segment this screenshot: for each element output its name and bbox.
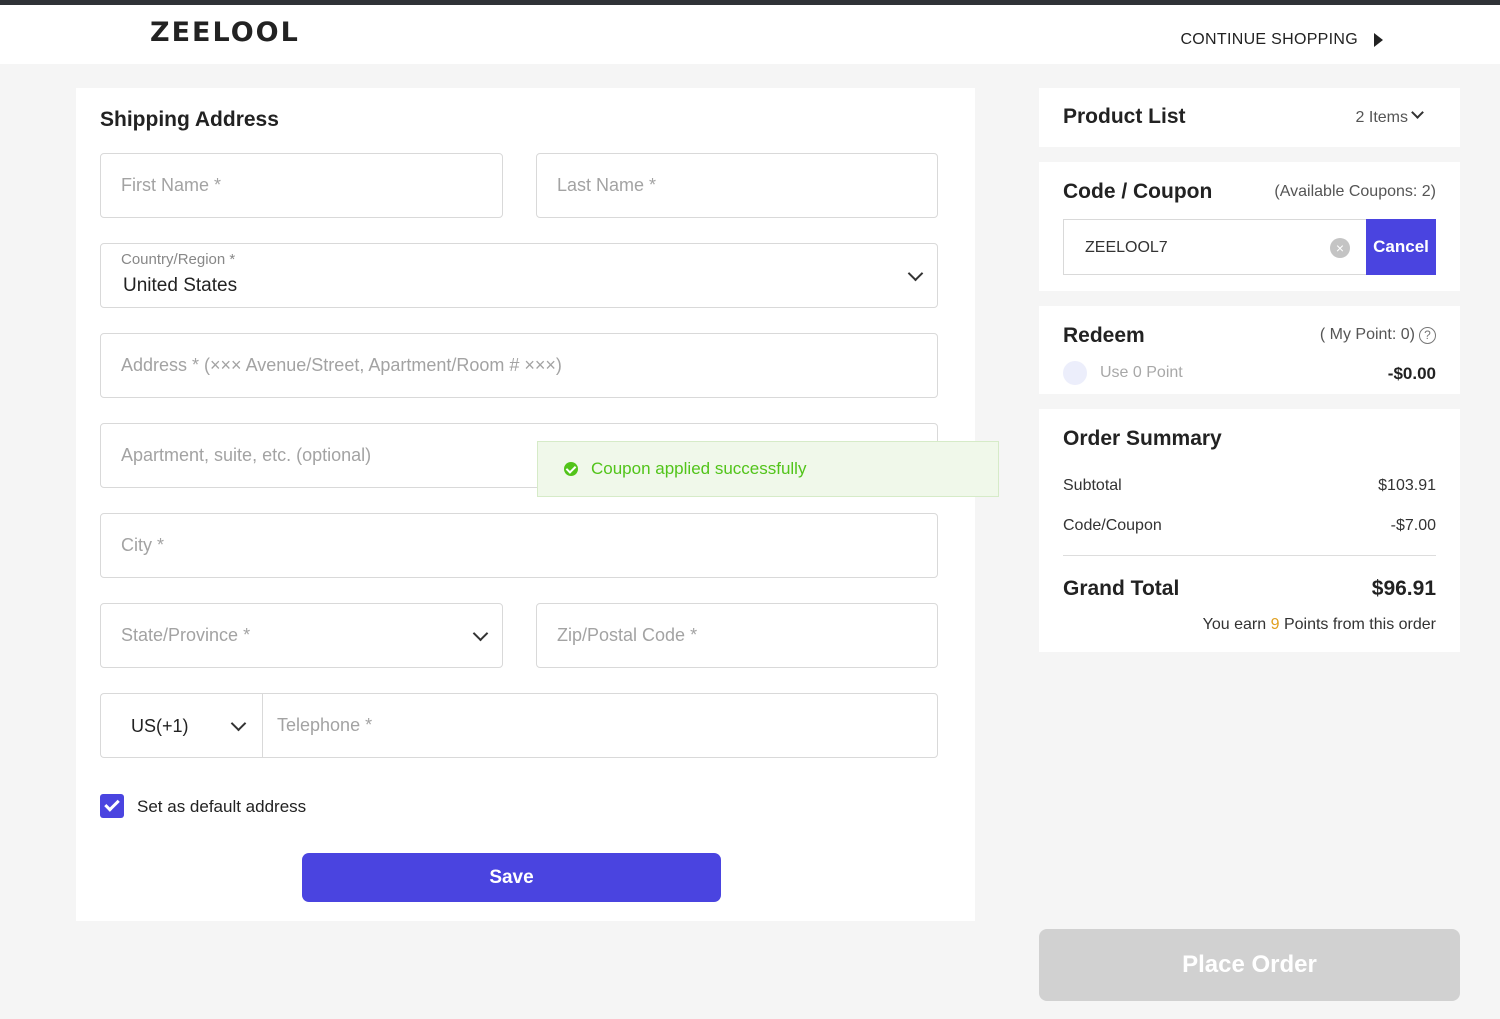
- first-name-placeholder: First Name *: [121, 175, 222, 195]
- coupon-card: Code / Coupon (Available Coupons: 2) ZEE…: [1039, 162, 1460, 291]
- telephone-field[interactable]: Telephone *: [262, 693, 938, 758]
- play-arrow-icon: [1374, 33, 1383, 47]
- country-value: United States: [123, 275, 238, 296]
- shipping-address-card: Shipping Address First Name * Last Name …: [76, 88, 975, 921]
- grand-total-value: $96.91: [1371, 577, 1436, 600]
- zip-field[interactable]: Zip/Postal Code *: [536, 603, 938, 668]
- address-field[interactable]: Address * (××× Avenue/Street, Apartment/…: [100, 333, 938, 398]
- continue-shopping-label: CONTINUE SHOPPING: [1180, 31, 1358, 48]
- apartment-placeholder: Apartment, suite, etc. (optional): [121, 445, 372, 465]
- first-name-field[interactable]: First Name *: [100, 153, 503, 218]
- question-icon[interactable]: ?: [1419, 326, 1436, 344]
- earn-prefix: You earn: [1202, 616, 1267, 633]
- my-point: ( My Point: 0) ?: [1320, 326, 1436, 344]
- coupon-discount-value: -$7.00: [1390, 517, 1436, 534]
- zeelool-logo[interactable]: ZEELOOL: [150, 17, 300, 48]
- redeem-amount: -$0.00: [1387, 364, 1436, 383]
- city-placeholder: City *: [121, 535, 165, 555]
- country-label: Country/Region *: [121, 251, 236, 268]
- use-point-label: Use 0 Point: [1100, 364, 1183, 381]
- coupon-code-value: ZEELOOL7: [1085, 239, 1168, 256]
- default-address-label: Set as default address: [137, 797, 307, 816]
- telephone-placeholder: Telephone *: [277, 715, 373, 735]
- chevron-down-icon: [907, 265, 924, 282]
- earn-points-number: 9: [1270, 616, 1280, 633]
- default-address-checkbox[interactable]: [100, 794, 124, 818]
- last-name-placeholder: Last Name *: [557, 175, 657, 195]
- phone-code-select[interactable]: US(+1): [100, 693, 262, 758]
- my-point-text: ( My Point: 0): [1319, 326, 1415, 343]
- zip-placeholder: Zip/Postal Code *: [557, 625, 698, 645]
- chevron-down-icon: [472, 625, 489, 642]
- place-order-button[interactable]: Place Order: [1039, 929, 1460, 1001]
- coupon-success-toast: Coupon applied successfully: [537, 441, 999, 497]
- product-list-card[interactable]: Product List 2 Items: [1039, 88, 1460, 147]
- address-placeholder: Address * (××× Avenue/Street, Apartment/…: [121, 355, 562, 375]
- clear-icon[interactable]: ×: [1330, 238, 1350, 258]
- items-count: 2 Items: [1355, 109, 1408, 126]
- redeem-title: Redeem: [1063, 324, 1145, 347]
- chevron-down-icon: [230, 715, 247, 732]
- coupon-discount-label: Code/Coupon: [1063, 517, 1162, 534]
- use-point-radio[interactable]: [1063, 361, 1087, 385]
- coupon-input[interactable]: ZEELOOL7 ×: [1063, 219, 1366, 275]
- divider: [1063, 555, 1436, 556]
- phone-code-value: US(+1): [131, 716, 189, 736]
- order-summary-title: Order Summary: [1063, 427, 1222, 450]
- earn-points-text: You earn 9 Points from this order: [1203, 616, 1436, 634]
- available-coupons[interactable]: (Available Coupons: 2): [1274, 183, 1436, 201]
- state-placeholder: State/Province *: [121, 625, 251, 645]
- chevron-down-icon[interactable]: [1411, 106, 1424, 119]
- state-select[interactable]: State/Province *: [100, 603, 503, 668]
- grand-total-label: Grand Total: [1063, 577, 1180, 600]
- continue-shopping-link[interactable]: CONTINUE SHOPPING: [1180, 31, 1383, 49]
- cancel-coupon-button[interactable]: Cancel: [1366, 219, 1436, 275]
- top-bar: ZEELOOL CONTINUE SHOPPING: [0, 0, 1500, 64]
- redeem-card: Redeem ( My Point: 0) ? Use 0 Point -$0.…: [1039, 306, 1460, 394]
- product-list-title: Product List: [1063, 105, 1186, 128]
- check-icon: [104, 796, 120, 812]
- coupon-title: Code / Coupon: [1063, 180, 1213, 203]
- shipping-address-title: Shipping Address: [100, 108, 279, 131]
- toast-message: Coupon applied successfully: [591, 459, 807, 478]
- success-check-icon: [564, 462, 578, 476]
- save-button[interactable]: Save: [302, 853, 721, 902]
- subtotal-label: Subtotal: [1063, 477, 1122, 494]
- order-summary-card: Order Summary Subtotal $103.91 Code/Coup…: [1039, 409, 1460, 652]
- last-name-field[interactable]: Last Name *: [536, 153, 938, 218]
- earn-suffix: Points from this order: [1283, 616, 1436, 633]
- country-select[interactable]: Country/Region * United States: [100, 243, 938, 308]
- subtotal-value: $103.91: [1378, 477, 1436, 494]
- city-field[interactable]: City *: [100, 513, 938, 578]
